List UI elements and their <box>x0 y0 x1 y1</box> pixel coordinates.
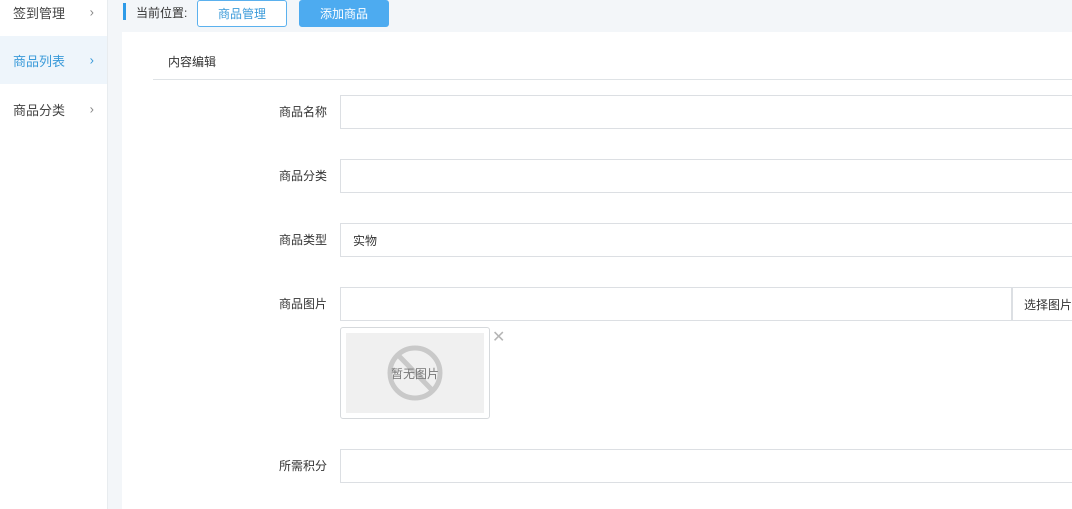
breadcrumb-accent-bar <box>123 3 126 20</box>
select-image-button[interactable]: 选择图片 <box>1012 287 1072 321</box>
breadcrumb-label: 当前位置: <box>136 6 188 20</box>
app-root: 签到管理 › 商品列表 › 商品分类 › 当前位置: 商品管理 添加商品 内容编… <box>0 0 1072 509</box>
product-type-select[interactable]: 实物 <box>340 223 1072 257</box>
product-image-label: 商品图片 <box>278 297 327 311</box>
chevron-right-icon: › <box>89 52 94 68</box>
sidebar-item-label: 商品分类 <box>13 102 66 118</box>
product-image-input[interactable] <box>340 287 1012 321</box>
sidebar-item-product-list[interactable]: 商品列表 › <box>0 36 107 84</box>
chevron-right-icon: › <box>89 101 94 117</box>
section-title: 内容编辑 <box>168 55 217 69</box>
sidebar-item-checkin[interactable]: 签到管理 › <box>0 0 107 36</box>
sidebar-item-label: 签到管理 <box>13 5 66 21</box>
close-icon[interactable]: ✕ <box>492 330 505 346</box>
product-type-label: 商品类型 <box>278 233 327 247</box>
sidebar-item-label: 商品列表 <box>13 53 66 69</box>
sidebar: 签到管理 › 商品列表 › 商品分类 › <box>0 0 108 509</box>
product-name-input[interactable] <box>340 95 1072 129</box>
chevron-right-icon: › <box>89 4 94 20</box>
required-points-input[interactable] <box>340 449 1072 483</box>
required-points-label: 所需积分 <box>278 459 327 473</box>
product-category-label: 商品分类 <box>278 169 327 183</box>
breadcrumb-product-management-button[interactable]: 商品管理 <box>197 0 287 27</box>
image-placeholder: 暂无图片 <box>346 333 484 413</box>
product-name-label: 商品名称 <box>278 105 327 119</box>
product-category-input[interactable] <box>340 159 1072 193</box>
breadcrumb-add-product-button[interactable]: 添加商品 <box>299 0 389 27</box>
sidebar-item-product-category[interactable]: 商品分类 › <box>0 85 107 133</box>
section-divider <box>153 79 1072 80</box>
image-preview: 暂无图片 <box>340 327 490 419</box>
breadcrumb: 当前位置: 商品管理 添加商品 <box>108 0 1072 32</box>
no-image-text: 暂无图片 <box>390 367 439 381</box>
content-panel: 内容编辑 商品名称 商品分类 商品类型 实物 商品图片 选择图片 暂无图片 ✕ … <box>122 32 1072 509</box>
